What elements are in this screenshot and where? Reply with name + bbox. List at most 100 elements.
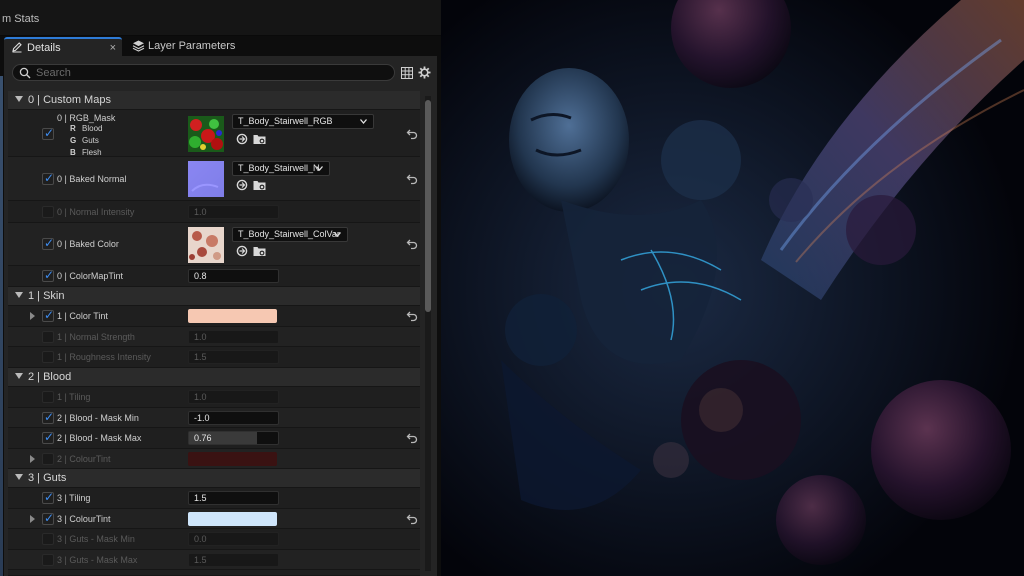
skin-normal-strength-field[interactable]: 1.0 bbox=[188, 330, 279, 344]
reset-to-default-icon[interactable] bbox=[406, 432, 418, 444]
reset-to-default-icon[interactable] bbox=[406, 173, 418, 185]
rendered-scene-image bbox=[441, 0, 1024, 576]
normal-intensity-field[interactable]: 1.0 bbox=[188, 205, 279, 219]
property-row-rgb-mask: 0 | RGB_Mask R Blood G Guts B Flesh T_Bo… bbox=[8, 110, 420, 157]
skin-normal-strength-checkbox[interactable] bbox=[42, 331, 54, 343]
tab-layer-label: Layer Parameters bbox=[148, 40, 236, 52]
field-value: 1.5 bbox=[194, 352, 207, 362]
normal-intensity-checkbox[interactable] bbox=[42, 206, 54, 218]
table-view-icon[interactable] bbox=[401, 67, 413, 79]
baked-normal-checkbox[interactable] bbox=[42, 171, 54, 185]
use-selected-asset-icon[interactable] bbox=[236, 133, 248, 145]
reset-to-default-icon[interactable] bbox=[406, 310, 418, 322]
property-label: 3 | Guts - Mask Min bbox=[57, 534, 135, 544]
baked-normal-asset-dropdown[interactable]: T_Body_Stairwell_N bbox=[232, 161, 330, 176]
blood-mask-min-checkbox[interactable] bbox=[42, 410, 54, 424]
window-title: m Stats bbox=[2, 13, 40, 25]
tab-details[interactable]: Details × bbox=[4, 37, 122, 56]
guts-mask-max-checkbox[interactable] bbox=[42, 554, 54, 566]
expand-arrow-icon[interactable] bbox=[15, 373, 23, 379]
property-row-guts-mask-min: 3 | Guts - Mask Min 0.0 bbox=[8, 529, 420, 550]
scrollbar[interactable] bbox=[425, 96, 431, 571]
category-skin[interactable]: 1 | Skin bbox=[8, 287, 420, 306]
details-panel: Search 0 | Custom Maps 0 | RGB_Mask R Bl… bbox=[4, 56, 437, 576]
guts-tiling-checkbox[interactable] bbox=[42, 490, 54, 504]
expand-arrow-icon[interactable] bbox=[15, 96, 23, 102]
skin-roughness-checkbox[interactable] bbox=[42, 351, 54, 363]
viewport-render[interactable] bbox=[441, 0, 1024, 576]
chevron-down-icon bbox=[360, 119, 367, 124]
reset-to-default-icon[interactable] bbox=[406, 128, 418, 140]
property-label: 3 | ColourTint bbox=[57, 514, 111, 524]
search-placeholder: Search bbox=[36, 67, 71, 79]
guts-tiling-field[interactable]: 1.5 bbox=[188, 491, 279, 505]
rgb-mask-checkbox[interactable] bbox=[42, 126, 54, 140]
channel-b-name: Flesh bbox=[82, 148, 102, 157]
property-row-guts-colour-tint: 3 | ColourTint bbox=[8, 509, 420, 529]
skin-color-swatch[interactable] bbox=[188, 309, 277, 323]
skin-roughness-field[interactable]: 1.5 bbox=[188, 350, 279, 364]
baked-color-checkbox[interactable] bbox=[42, 236, 54, 250]
property-label: 0 | Baked Color bbox=[57, 239, 119, 249]
expand-row-icon[interactable] bbox=[30, 455, 35, 463]
guts-mask-min-checkbox[interactable] bbox=[42, 533, 54, 545]
baked-color-asset-dropdown[interactable]: T_Body_Stairwell_ColVar bbox=[232, 227, 348, 242]
property-row-baked-color: 0 | Baked Color T_Body_Stairwell_ColVar bbox=[8, 223, 420, 266]
channel-r-name: Blood bbox=[82, 124, 103, 133]
blood-mask-min-field[interactable]: -1.0 bbox=[188, 411, 279, 425]
property-label: 0 | Normal Intensity bbox=[57, 207, 135, 217]
blood-tiling-checkbox[interactable] bbox=[42, 391, 54, 403]
field-value: 1.5 bbox=[194, 493, 207, 503]
property-label: 2 | Blood - Mask Max bbox=[57, 433, 142, 443]
blood-colour-tint-checkbox[interactable] bbox=[42, 453, 54, 465]
expand-row-icon[interactable] bbox=[30, 312, 35, 320]
blood-tiling-field[interactable]: 1.0 bbox=[188, 390, 279, 404]
guts-colour-tint-checkbox[interactable] bbox=[42, 511, 54, 525]
pencil-icon bbox=[12, 42, 22, 53]
baked-color-thumbnail[interactable] bbox=[188, 227, 224, 263]
property-label: 1 | Roughness Intensity bbox=[57, 352, 151, 362]
browse-asset-icon[interactable] bbox=[253, 133, 266, 145]
baked-normal-thumbnail[interactable] bbox=[188, 161, 224, 197]
browse-asset-icon[interactable] bbox=[253, 245, 266, 257]
expand-arrow-icon[interactable] bbox=[15, 292, 23, 298]
reset-to-default-icon[interactable] bbox=[406, 238, 418, 250]
property-row-skin-color-tint: 1 | Color Tint bbox=[8, 306, 420, 327]
close-icon[interactable]: × bbox=[110, 42, 116, 54]
field-value: 1.0 bbox=[194, 392, 207, 402]
reset-to-default-icon[interactable] bbox=[406, 513, 418, 525]
colormap-tint-checkbox[interactable] bbox=[42, 268, 54, 282]
asset-name: T_Body_Stairwell_ColVar bbox=[238, 229, 340, 239]
guts-mask-min-field[interactable]: 0.0 bbox=[188, 532, 279, 546]
blood-mask-max-checkbox[interactable] bbox=[42, 430, 54, 444]
scrollbar-thumb[interactable] bbox=[425, 100, 431, 312]
colormap-tint-field[interactable]: 0.8 bbox=[188, 269, 279, 283]
guts-mask-max-field[interactable]: 1.5 bbox=[188, 553, 279, 567]
blood-mask-max-slider[interactable]: 0.76 bbox=[188, 431, 279, 445]
expand-arrow-icon[interactable] bbox=[15, 474, 23, 480]
category-label: 2 | Blood bbox=[28, 371, 72, 383]
property-label: 0 | ColorMapTint bbox=[57, 271, 124, 281]
use-selected-asset-icon[interactable] bbox=[236, 179, 248, 191]
property-label: 1 | Normal Strength bbox=[57, 332, 135, 342]
expand-row-icon[interactable] bbox=[30, 515, 35, 523]
category-label: 3 | Guts bbox=[28, 472, 67, 484]
gear-icon[interactable] bbox=[418, 66, 431, 79]
rgb-mask-asset-dropdown[interactable]: T_Body_Stairwell_RGB bbox=[232, 114, 374, 129]
left-edge-strip bbox=[0, 76, 3, 576]
property-label: 0 | Baked Normal bbox=[57, 174, 127, 184]
search-input[interactable]: Search bbox=[12, 64, 395, 81]
category-custom-maps[interactable]: 0 | Custom Maps bbox=[8, 91, 420, 110]
rgb-mask-thumbnail[interactable] bbox=[188, 116, 224, 152]
browse-asset-icon[interactable] bbox=[253, 179, 266, 191]
tab-layer-parameters[interactable]: Layer Parameters bbox=[126, 37, 246, 56]
property-label: 3 | Tiling bbox=[57, 493, 91, 503]
skin-color-tint-checkbox[interactable] bbox=[42, 308, 54, 322]
category-blood[interactable]: 2 | Blood bbox=[8, 368, 420, 387]
category-guts[interactable]: 3 | Guts bbox=[8, 469, 420, 488]
property-row-guts-tiling: 3 | Tiling 1.5 bbox=[8, 488, 420, 509]
property-grid: 0 | Custom Maps 0 | RGB_Mask R Blood G G… bbox=[8, 91, 420, 576]
guts-color-swatch[interactable] bbox=[188, 512, 277, 526]
use-selected-asset-icon[interactable] bbox=[236, 245, 248, 257]
blood-color-swatch[interactable] bbox=[188, 452, 277, 466]
